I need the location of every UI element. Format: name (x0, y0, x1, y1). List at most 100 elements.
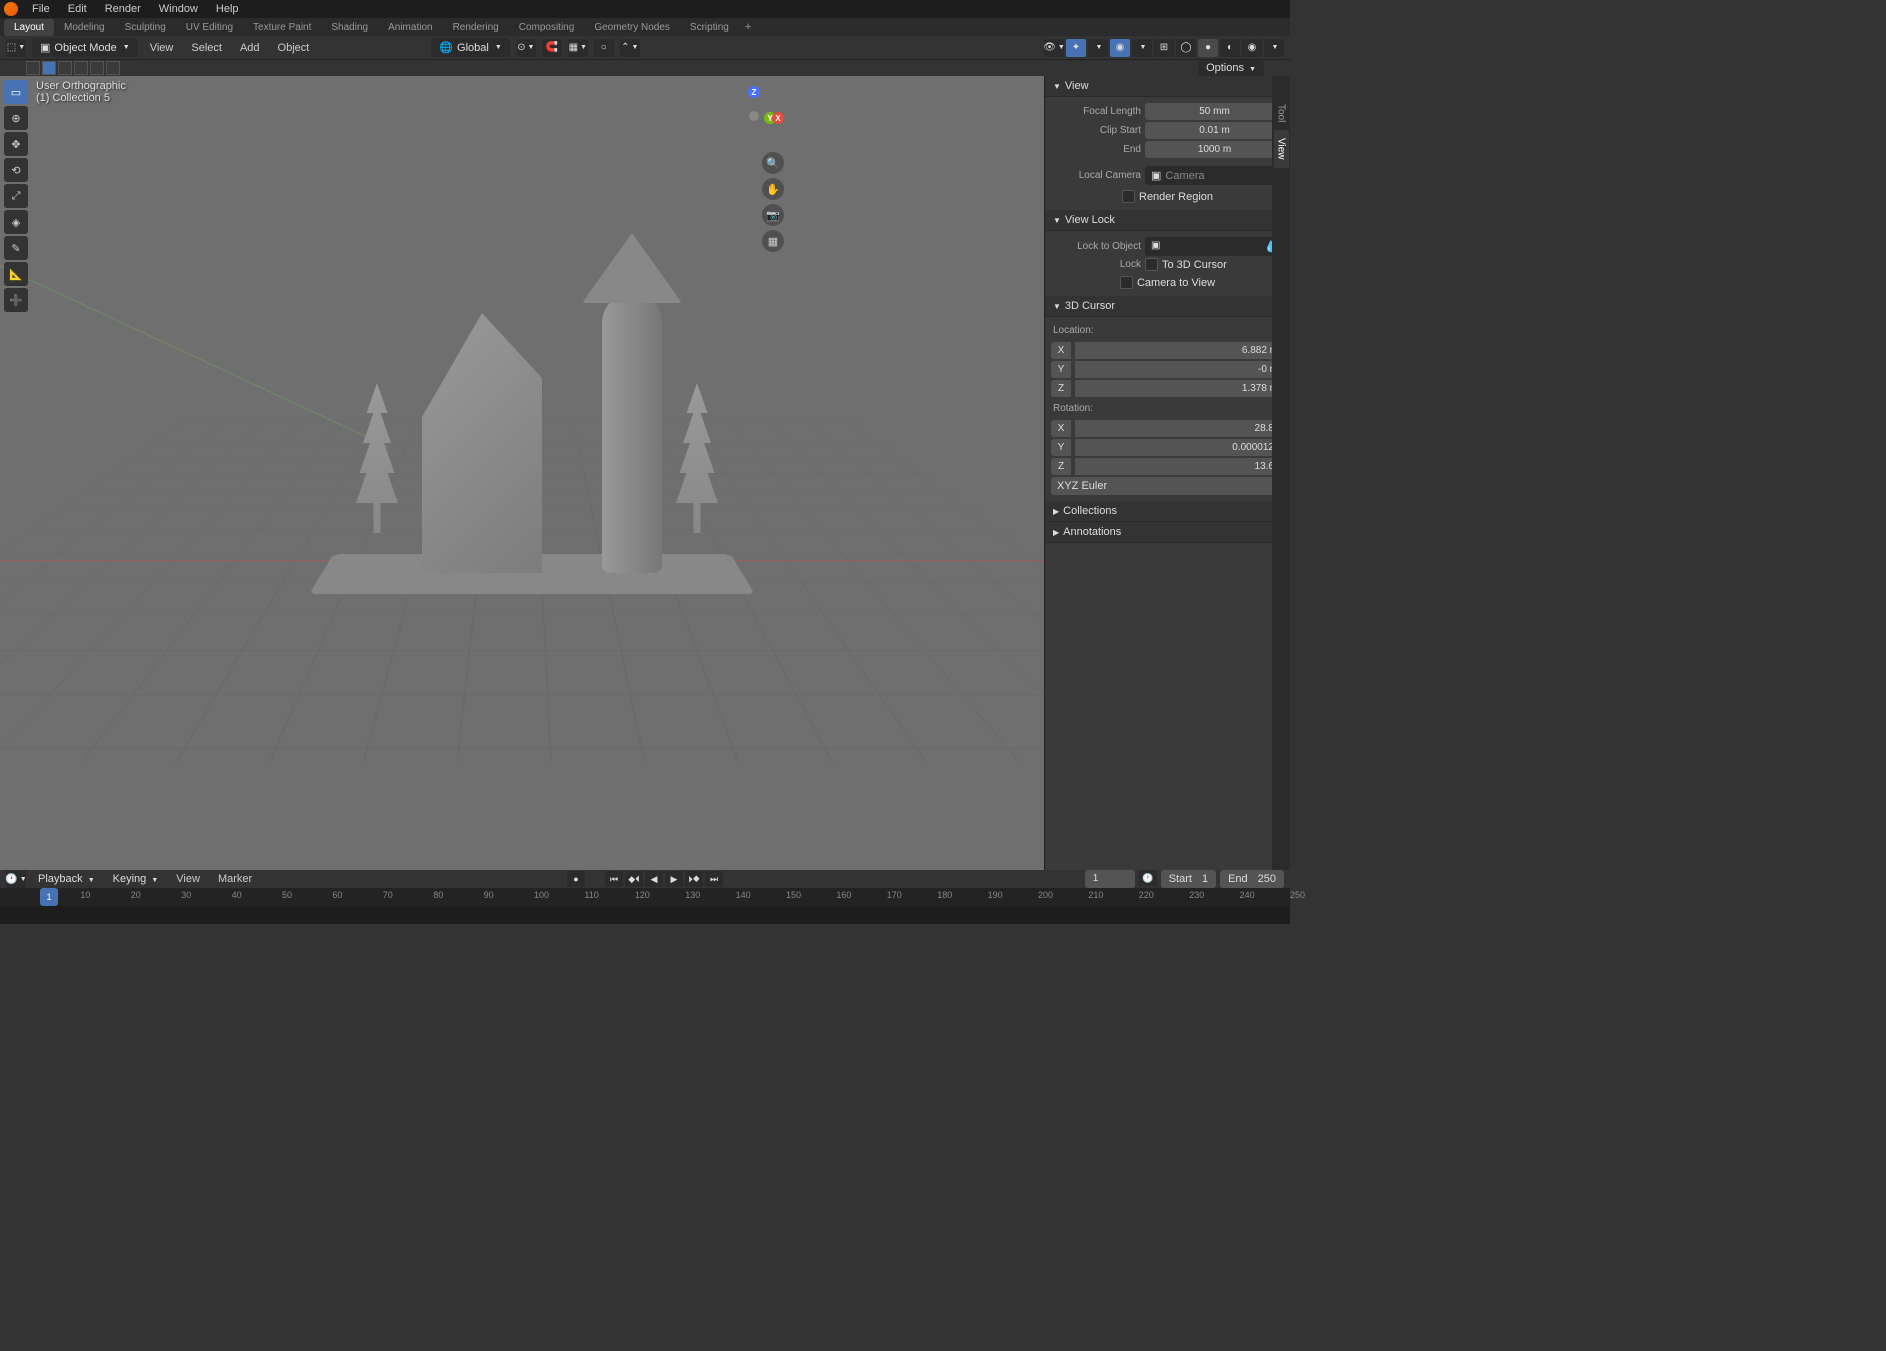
rot-z-field[interactable]: 13.6° (1075, 458, 1284, 475)
header-select-menu[interactable]: Select (185, 40, 228, 56)
gizmo-z-axis[interactable]: Z (748, 86, 760, 98)
visibility-icon[interactable]: 👁▼ (1044, 39, 1064, 57)
jump-start-icon[interactable]: ⏮ (605, 871, 623, 887)
loc-x-field[interactable]: 6.882 m (1075, 342, 1284, 359)
collections-panel-header[interactable]: ▶ Collections (1045, 501, 1290, 522)
xray-icon[interactable]: ⊞ (1154, 39, 1174, 57)
gizmo-center[interactable] (749, 111, 759, 121)
loc-z-field[interactable]: 1.378 m (1075, 380, 1284, 397)
proportional-falloff-icon[interactable]: ⌃▼ (620, 39, 640, 57)
marker-menu[interactable]: Marker (212, 871, 258, 887)
timeline-view-menu[interactable]: View (170, 871, 206, 887)
tool-scale[interactable]: ⤢ (4, 184, 28, 208)
viewlock-panel-header[interactable]: ▼ View Lock (1045, 210, 1290, 231)
end-frame-field[interactable]: End 250 (1220, 870, 1284, 888)
select-mode-6-icon[interactable] (106, 61, 120, 75)
perspective-toggle-icon[interactable]: ▦ (762, 230, 784, 252)
pivot-icon[interactable]: ⊙▼ (516, 39, 536, 57)
shading-solid-icon[interactable]: ● (1198, 39, 1218, 57)
orientation-select[interactable]: 🌐 Global ▼ (431, 38, 509, 57)
proportional-edit-icon[interactable]: ○ (594, 39, 614, 57)
select-mode-1-icon[interactable] (26, 61, 40, 75)
zoom-icon[interactable]: 🔍 (762, 152, 784, 174)
shading-settings-icon[interactable]: ▼ (1264, 39, 1284, 57)
rotation-mode-select[interactable]: XYZ Euler ▼ (1051, 477, 1284, 495)
navigation-gizmo[interactable]: Z Y X (724, 86, 784, 146)
gizmo-x-axis[interactable]: X (772, 112, 784, 124)
cursor-panel-header[interactable]: ▼ 3D Cursor (1045, 296, 1290, 317)
snap-target-icon[interactable]: ▦▼ (568, 39, 588, 57)
tool-cursor[interactable]: ⊕ (4, 106, 28, 130)
lock-3d-cursor-checkbox[interactable] (1145, 258, 1158, 271)
focal-length-field[interactable]: 50 mm (1145, 103, 1284, 120)
auto-keying-icon[interactable]: ● (567, 871, 585, 887)
playback-menu[interactable]: Playback ▼ (32, 871, 101, 887)
menu-window[interactable]: Window (151, 1, 206, 17)
gizmo-toggle-icon[interactable]: ✦ (1066, 39, 1086, 57)
menu-render[interactable]: Render (97, 1, 149, 17)
select-mode-4-icon[interactable] (74, 61, 88, 75)
workspace-tab-layout[interactable]: Layout (4, 19, 54, 36)
shading-rendered-icon[interactable]: ◉ (1242, 39, 1262, 57)
local-camera-field[interactable]: ▣ Camera × (1145, 166, 1284, 185)
annotations-panel-header[interactable]: ▶ Annotations (1045, 522, 1290, 543)
menu-file[interactable]: File (24, 1, 58, 17)
header-object-menu[interactable]: Object (272, 40, 316, 56)
3d-viewport[interactable]: ▭ ⊕ ✥ ⟲ ⤢ ◈ ✎ 📐 ➕ User Orthographic (1) … (0, 76, 1044, 870)
header-add-menu[interactable]: Add (234, 40, 266, 56)
rot-y-field[interactable]: 0.000012° (1075, 439, 1284, 456)
gizmo-settings-icon[interactable]: ▼ (1088, 39, 1108, 57)
workspace-tab-uv-editing[interactable]: UV Editing (176, 19, 243, 36)
blender-logo-icon[interactable] (4, 2, 18, 16)
rot-x-field[interactable]: 28.8° (1075, 420, 1284, 437)
play-reverse-icon[interactable]: ◀ (645, 871, 663, 887)
start-frame-field[interactable]: Start 1 (1161, 870, 1216, 888)
camera-to-view-checkbox[interactable] (1120, 276, 1133, 289)
shading-material-icon[interactable]: ◐ (1220, 39, 1240, 57)
workspace-tab-scripting[interactable]: Scripting (680, 19, 739, 36)
keying-menu[interactable]: Keying ▼ (107, 871, 165, 887)
timeline-ruler[interactable]: 1 10203040506070809010011012013014015016… (0, 888, 1290, 906)
camera-view-icon[interactable]: 📷 (762, 204, 784, 226)
select-mode-3-icon[interactable] (58, 61, 72, 75)
menu-help[interactable]: Help (208, 1, 247, 17)
tool-select-box[interactable]: ▭ (4, 80, 28, 104)
menu-edit[interactable]: Edit (60, 1, 95, 17)
workspace-tab-geometry-nodes[interactable]: Geometry Nodes (584, 19, 680, 36)
keyframe-next-icon[interactable]: ⏵◆ (685, 871, 703, 887)
mode-select[interactable]: ▣ Object Mode ▼ (32, 38, 138, 57)
clip-end-field[interactable]: 1000 m (1145, 141, 1284, 158)
options-button[interactable]: Options ▼ (1198, 60, 1264, 76)
shading-wireframe-icon[interactable]: ◯ (1176, 39, 1196, 57)
tool-transform[interactable]: ◈ (4, 210, 28, 234)
tool-annotate[interactable]: ✎ (4, 236, 28, 260)
current-frame-field[interactable]: 1 (1085, 870, 1135, 888)
tool-move[interactable]: ✥ (4, 132, 28, 156)
workspace-tab-texture-paint[interactable]: Texture Paint (243, 19, 321, 36)
lock-object-field[interactable]: ▣ 💧 (1145, 237, 1284, 256)
npanel-tab-view[interactable]: View (1274, 130, 1289, 168)
select-mode-5-icon[interactable] (90, 61, 104, 75)
clip-start-field[interactable]: 0.01 m (1145, 122, 1284, 139)
select-mode-2-icon[interactable] (42, 61, 56, 75)
tool-add-cube[interactable]: ➕ (4, 288, 28, 312)
tool-rotate[interactable]: ⟲ (4, 158, 28, 182)
workspace-add-button[interactable]: + (739, 19, 757, 35)
tool-measure[interactable]: 📐 (4, 262, 28, 286)
header-view-menu[interactable]: View (144, 40, 180, 56)
overlay-toggle-icon[interactable]: ◉ (1110, 39, 1130, 57)
view-panel-header[interactable]: ▼ View (1045, 76, 1290, 97)
npanel-tab-tool[interactable]: Tool (1274, 96, 1289, 130)
workspace-tab-modeling[interactable]: Modeling (54, 19, 115, 36)
playhead[interactable]: 1 (40, 888, 58, 906)
loc-y-field[interactable]: -0 m (1075, 361, 1284, 378)
workspace-tab-sculpting[interactable]: Sculpting (115, 19, 176, 36)
workspace-tab-compositing[interactable]: Compositing (509, 19, 585, 36)
pan-icon[interactable]: ✋ (762, 178, 784, 200)
play-icon[interactable]: ▶ (665, 871, 683, 887)
workspace-tab-animation[interactable]: Animation (378, 19, 442, 36)
editor-type-icon[interactable]: ⬚▼ (6, 39, 26, 57)
frame-popup-icon[interactable]: 🕐 (1139, 870, 1157, 886)
keyframe-prev-icon[interactable]: ◆⏴ (625, 871, 643, 887)
workspace-tab-rendering[interactable]: Rendering (443, 19, 509, 36)
